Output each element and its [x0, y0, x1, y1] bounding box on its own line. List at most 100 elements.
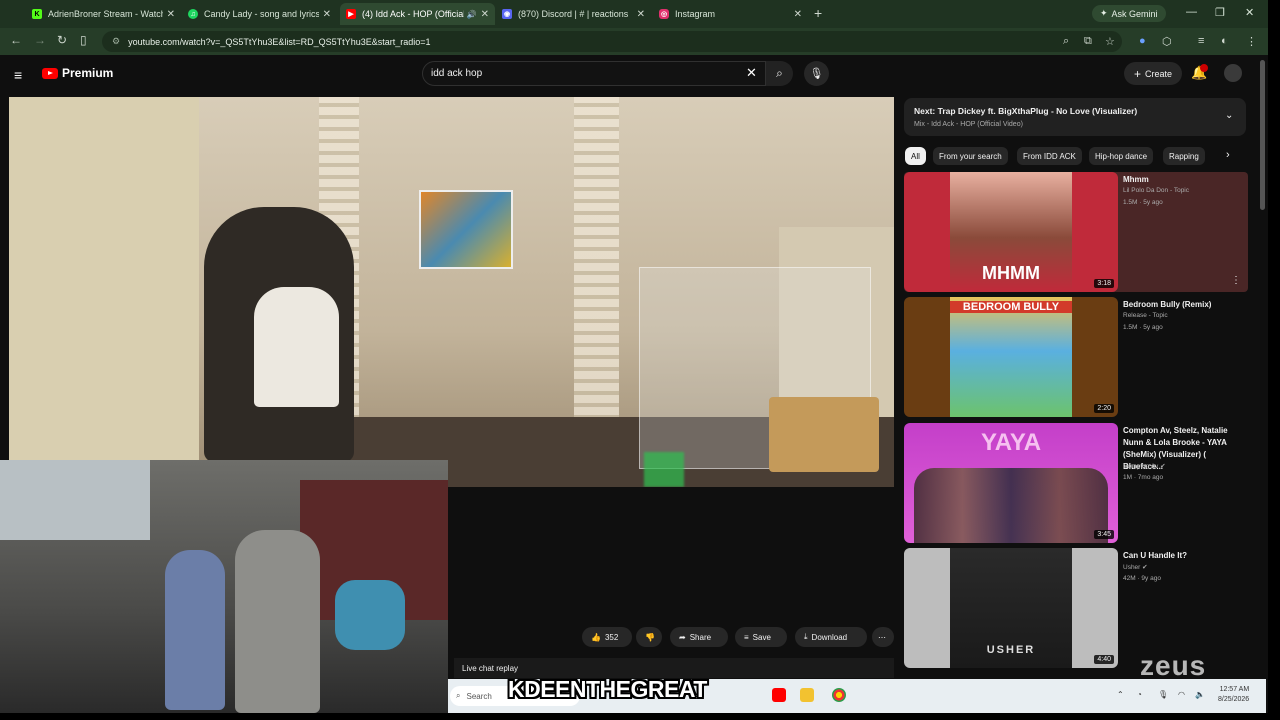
youtube-icon: ▶ — [346, 9, 356, 19]
close-tab-icon[interactable]: ✕ — [637, 9, 645, 20]
chip-rapping[interactable]: Rapping — [1163, 147, 1205, 165]
tray-overflow-icon[interactable]: ⌃ — [1117, 690, 1124, 699]
video-thumbnail[interactable]: YAYA 3:45 — [904, 423, 1118, 543]
recommendation-title[interactable]: Can U Handle It? — [1123, 550, 1241, 562]
close-tab-icon[interactable]: ✕ — [323, 9, 331, 20]
recommendation-item[interactable]: MHMM 3:18 Mhmm Lil Polo Da Don - Topic 1… — [904, 172, 1248, 292]
avatar[interactable] — [1224, 64, 1242, 82]
live-chat-replay-bar[interactable]: Live chat replay — [454, 658, 894, 678]
volume-icon[interactable]: 🔈 — [1195, 690, 1205, 699]
tab-candy-lady[interactable]: ♫ Candy Lady - song and lyrics by ✕ — [182, 3, 337, 25]
download-button[interactable]: ⤓ Download — [795, 627, 867, 647]
chevron-down-icon[interactable]: ⌄ — [1225, 110, 1233, 121]
save-button[interactable]: ≡ Save — [735, 627, 787, 647]
webcam-person — [165, 550, 225, 710]
recommendation-item[interactable]: YAYA 3:45 Compton Av, Steelz, Natalie Nu… — [904, 423, 1248, 543]
close-window-icon[interactable]: ✕ — [1245, 6, 1254, 19]
recommendation-title[interactable]: Mhmm — [1123, 174, 1241, 186]
video-thumbnail[interactable]: USHER 4:40 — [904, 548, 1118, 668]
like-button[interactable]: 👍 352 — [582, 627, 632, 647]
microphone-icon: 🎙 — [809, 68, 824, 80]
video-frame-painting — [419, 190, 513, 269]
zoom-icon[interactable]: ⌕ — [1063, 35, 1069, 48]
reload-icon[interactable]: ↻ — [57, 33, 67, 47]
close-tab-icon[interactable]: ✕ — [794, 9, 802, 20]
account-icon[interactable]: ◐ — [1221, 35, 1228, 47]
discord-icon: ◉ — [502, 9, 512, 19]
chip-hip-hop-dance[interactable]: Hip-hop dance — [1089, 147, 1154, 165]
tab-youtube-active[interactable]: ▶ (4) Idd Ack - HOP (Official V 🔊 ✕ — [340, 3, 495, 25]
recommendation-item[interactable]: BEDROOM BULLY 2:20 Bedroom Bully (Remix)… — [904, 297, 1248, 417]
maximize-icon[interactable]: ❐ — [1215, 6, 1225, 19]
search-button[interactable]: ⌕ — [766, 61, 793, 86]
video-frame-paper-bag — [769, 397, 879, 472]
forward-arrow-icon[interactable]: → — [34, 33, 46, 47]
bookmark-star-icon[interactable]: ☆ — [1105, 35, 1115, 48]
streamer-name-banner: KDEENTHEGREAT — [508, 676, 707, 702]
tab-discord[interactable]: ◉ (870) Discord | # | reactions ✕ — [496, 3, 651, 25]
share-button[interactable]: ➦ Share — [670, 627, 728, 647]
thumbnail-text: USHER — [986, 644, 1036, 656]
side-panel-icon[interactable]: ▯ — [80, 33, 87, 47]
channel-name[interactable]: Compton Av ✔ — [1123, 462, 1166, 470]
audio-icon[interactable]: 🔊 — [467, 10, 477, 19]
reading-list-icon[interactable]: ≡ — [1198, 35, 1204, 47]
profile-circle-icon[interactable]: ● — [1139, 35, 1146, 47]
duration-badge: 3:45 — [1094, 530, 1114, 539]
search-input[interactable]: idd ack hop — [422, 61, 766, 86]
chip-from-your-search[interactable]: From your search — [933, 147, 1008, 165]
video-frame-wall-panel — [9, 97, 199, 462]
channel-name[interactable]: Usher ✔ — [1123, 563, 1148, 571]
webcam-person — [235, 530, 320, 713]
chip-from-idd-ack[interactable]: From IDD ACK — [1017, 147, 1082, 165]
taskbar-clock[interactable]: 12:57 AM 8/25/2026 — [1218, 685, 1249, 705]
more-vertical-icon[interactable]: ⋮ — [1231, 275, 1241, 286]
hamburger-menu-icon[interactable]: ≡ — [14, 67, 22, 83]
wifi-icon[interactable]: ◠ — [1178, 690, 1185, 699]
webcam-window-light — [0, 460, 150, 540]
chrome-icon[interactable] — [832, 688, 846, 702]
up-next-panel[interactable] — [904, 98, 1246, 136]
create-button[interactable]: + Create — [1124, 62, 1183, 85]
back-arrow-icon[interactable]: ← — [10, 33, 22, 47]
download-icon: ⤓ — [804, 632, 808, 641]
dislike-button[interactable]: 👎 — [636, 627, 662, 647]
channel-name[interactable]: Release - Topic — [1123, 312, 1168, 319]
cast-icon[interactable]: ⧉ — [1084, 35, 1092, 48]
voice-search-button[interactable]: 🎙 — [804, 61, 829, 86]
more-actions-button[interactable]: ⋯ — [872, 627, 894, 647]
scrollbar-thumb[interactable] — [1260, 60, 1265, 210]
tray-app-icon[interactable]: ◔ — [1137, 690, 1142, 699]
up-next-subtitle: Mix - Idd Ack - HOP (Official Video) — [914, 121, 1023, 128]
video-player[interactable] — [9, 97, 894, 487]
chip-all[interactable]: All — [905, 147, 926, 165]
chevron-right-icon[interactable]: › — [1226, 149, 1230, 161]
tab-instagram[interactable]: ◎ Instagram ✕ — [653, 3, 808, 25]
video-thumbnail[interactable]: BEDROOM BULLY 2:20 — [904, 297, 1118, 417]
close-tab-icon[interactable]: ✕ — [167, 9, 175, 20]
video-meta: 42M · 9y ago — [1123, 575, 1161, 582]
close-tab-icon[interactable]: ✕ — [481, 9, 489, 20]
thumbnail-text: BEDROOM BULLY — [950, 301, 1072, 313]
tab-adrienbroner[interactable]: K AdrienBroner Stream - Watch L ✕ — [26, 3, 181, 25]
duration-badge: 2:20 — [1094, 404, 1114, 413]
minimize-icon[interactable]: — — [1186, 6, 1197, 18]
spotify-icon: ♫ — [188, 9, 198, 19]
url-field[interactable]: ⚙ youtube.com/watch?v=_QS5TtYhu3E&list=R… — [102, 31, 1122, 52]
microphone-icon[interactable]: 🎙 — [1158, 690, 1168, 699]
video-thumbnail[interactable]: MHMM 3:18 — [904, 172, 1118, 292]
site-info-icon[interactable]: ⚙ — [112, 36, 120, 47]
clear-search-icon[interactable]: ✕ — [746, 65, 757, 81]
new-tab-button[interactable]: + — [814, 5, 822, 21]
youtube-premium-logo[interactable]: Premium — [42, 66, 113, 80]
browser-menu-icon[interactable]: ⋮ — [1246, 35, 1257, 48]
youtube-app-icon[interactable] — [772, 688, 786, 702]
file-explorer-icon[interactable] — [800, 688, 814, 702]
recommendation-title[interactable]: Bedroom Bully (Remix) — [1123, 299, 1241, 311]
ask-gemini-button[interactable]: ✦ Ask Gemini — [1092, 5, 1166, 22]
channel-name[interactable]: Lil Polo Da Don - Topic — [1123, 187, 1189, 194]
thumbs-down-icon: 👎 — [645, 632, 655, 642]
plus-icon: + — [1134, 66, 1142, 81]
youtube-play-icon — [42, 67, 58, 79]
extensions-icon[interactable]: ⬡ — [1162, 35, 1172, 48]
